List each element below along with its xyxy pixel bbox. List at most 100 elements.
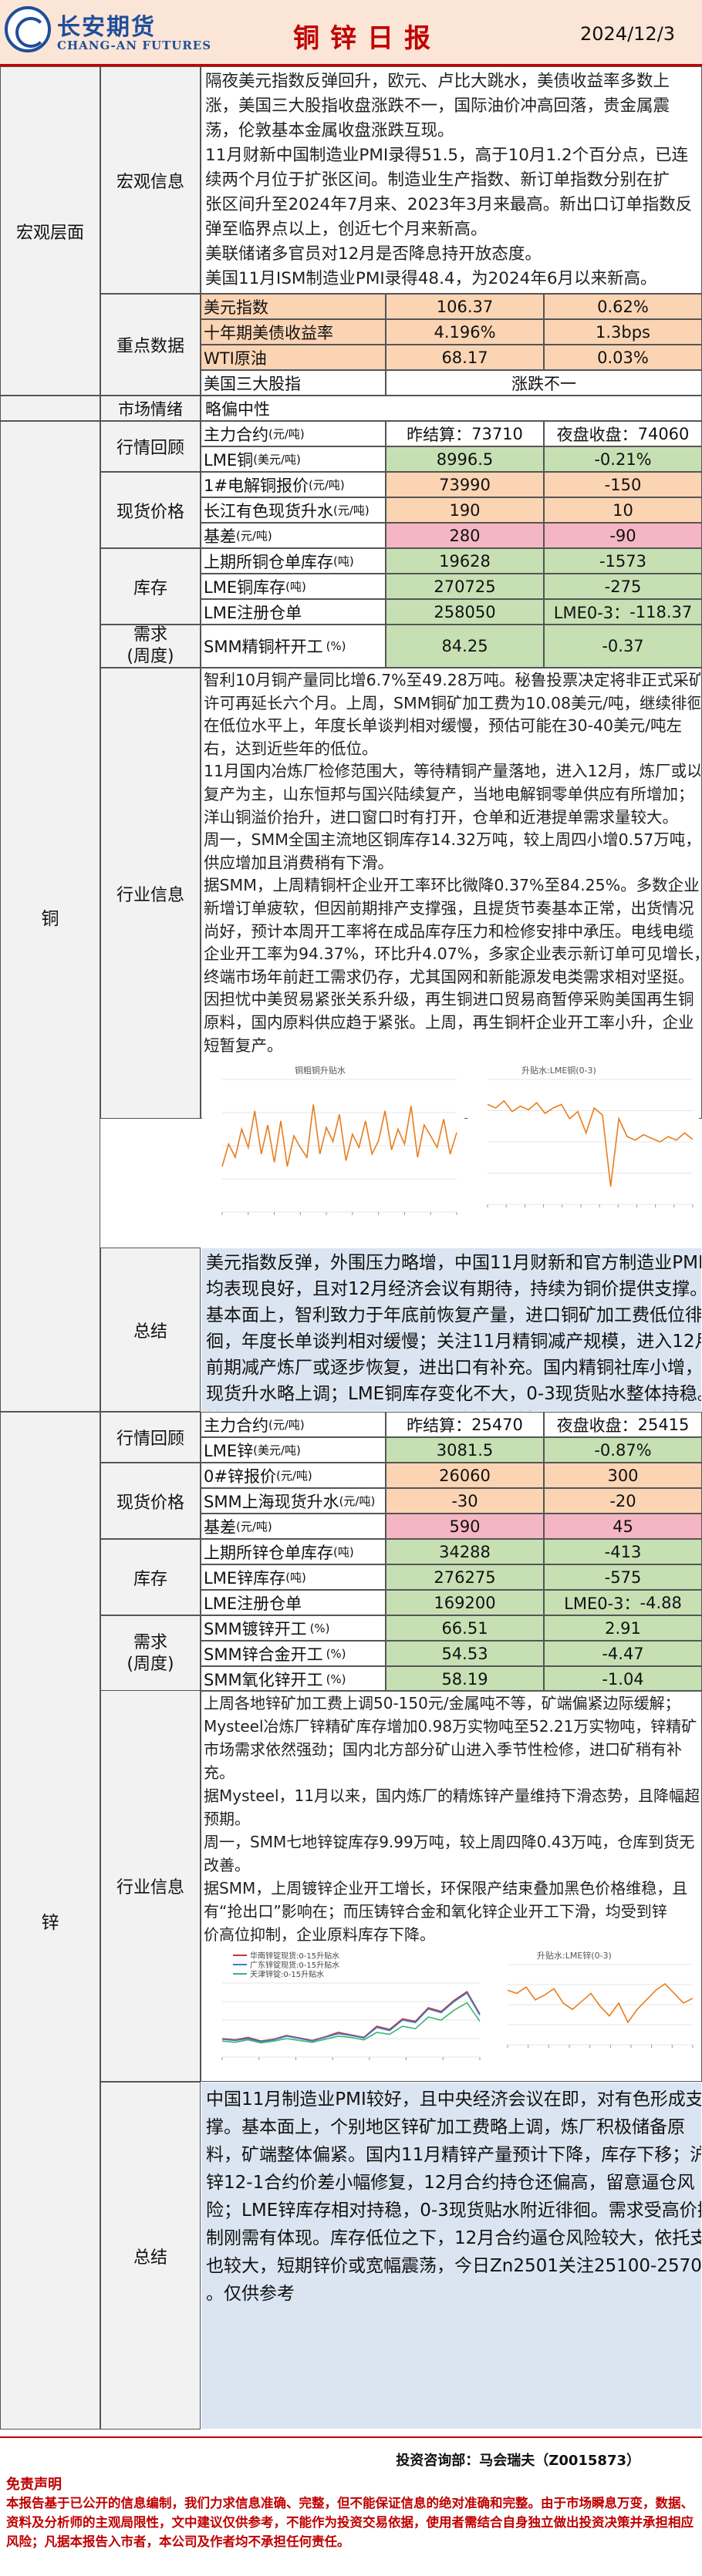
close-value: 25470 bbox=[471, 1415, 523, 1434]
report-title: 铜锌日报 bbox=[293, 23, 441, 54]
copper-summary-text: 美元指数反弹，外围压力略增，中国11月财新和官方制造业PMI 均表现良好，且对12… bbox=[201, 1248, 701, 1411]
lme-change: -0.21% bbox=[594, 450, 652, 469]
text-line: 原料，国内原料供应趋于紧张。上周，再生铜杆企业开工率小升，企业 bbox=[204, 1012, 694, 1032]
lme-change: -0.87% bbox=[594, 1440, 652, 1460]
text-line: 右，达到近些年的低位。 bbox=[204, 739, 378, 758]
zinc-summary-label: 总结 bbox=[133, 2248, 167, 2268]
spot-value: -30 bbox=[451, 1491, 478, 1510]
chart-bg bbox=[202, 1062, 464, 1248]
copper-premium-chart: 铜粗铜升贴水 bbox=[202, 1062, 464, 1248]
spot-value: 590 bbox=[449, 1517, 481, 1536]
key-name: WTI原油 bbox=[204, 349, 267, 368]
text-line: 基本面上，智利致力于年底前恢复产量，进口铜矿加工费低位徘 bbox=[206, 1305, 701, 1325]
demand-value: 84.25 bbox=[441, 637, 488, 655]
text-line: 洋山铜溢价抬升，进口窗口时有打开，仓单和近港提单需求量较大。 bbox=[204, 807, 678, 827]
text-line: 险；LME锌库存相对持稳，0-3现货贴水附近徘徊。需求受高价抑 bbox=[206, 2201, 701, 2221]
text-line: 新增订单疲软，但因前期排产支撑强，且提货节奏基本正常，出货情况 bbox=[204, 898, 694, 918]
legend-label: 广东锌锭现货:0-15升贴水 bbox=[250, 1960, 339, 1970]
inv-value: 169200 bbox=[434, 1593, 496, 1612]
spot-change: 10 bbox=[613, 500, 633, 520]
unit: (%) bbox=[326, 1672, 346, 1686]
demand-label-line: 需求 bbox=[133, 1632, 167, 1652]
spot-item: 基差 bbox=[204, 527, 236, 546]
inv-value: 19628 bbox=[439, 551, 491, 571]
text-line: 徊，年度长单谈判相对缓慢；关注11月精铜减产规模，进入12月 bbox=[206, 1332, 701, 1352]
market-review-label: 行情回顾 bbox=[116, 439, 184, 458]
inv-name: LME注册仓单 bbox=[204, 599, 386, 625]
text-line: 涨，美国三大股指收盘涨跌不一，国际油价冲高回落，贵金属震 bbox=[205, 96, 670, 116]
spot-name: 基差 (元/吨) bbox=[204, 1514, 386, 1539]
spot-item: 长江有色现货升水 bbox=[204, 501, 333, 520]
spot-value: 280 bbox=[449, 526, 481, 545]
text-line: 供应增加且消费稍有下滑。 bbox=[204, 853, 393, 872]
text-line: 制刚需有体现。库存低位之下，12月合约逼仓风险较大，依托支撑 bbox=[206, 2228, 701, 2248]
text-line: 复产为主，山东恒邦与国兴陆续复产，当地电解铜零单供应有所增加； bbox=[204, 784, 694, 803]
demand-item: SMM精铜杆开工 bbox=[204, 638, 323, 656]
spot-price-label: 现货价格 bbox=[116, 1493, 184, 1513]
unit: (元/吨) bbox=[339, 1494, 376, 1508]
text-line: 改善。 bbox=[204, 1856, 250, 1874]
zinc-summary-text: 中国11月制造业PMI较好，且中央经济会议在即，对有色形成支 撑。基本面上，个别地… bbox=[201, 2083, 701, 2429]
demand-item: SMM锌合金开工 bbox=[204, 1645, 323, 1664]
report-header: 长安期货 CHANG-AN FUTURES 铜锌日报 2024/12/3 bbox=[0, 0, 702, 66]
unit: (吨) bbox=[285, 580, 306, 594]
night-value: 74060 bbox=[637, 424, 690, 443]
text-line: 美联储诸多官员对12月是否降息持开放态度。 bbox=[205, 244, 542, 264]
spot-name: 长江有色现货升水 (元/吨) bbox=[204, 497, 386, 523]
inv-value: 270725 bbox=[434, 577, 496, 596]
demand-item: SMM氧化锌开工 bbox=[204, 1670, 323, 1689]
lme-label: LME锌 (美元/吨) bbox=[204, 1437, 386, 1463]
text-line: 美国11月ISM制造业PMI录得48.4，为2024年6月以来新高。 bbox=[205, 269, 657, 288]
spot-change: -20 bbox=[609, 1491, 636, 1510]
text-line: 锌12-1合约价差小幅修复，12月合约持仓还偏高，留意逼仓风 bbox=[206, 2173, 695, 2193]
inv-value: 258050 bbox=[434, 602, 496, 621]
key-name: 美国三大股指 bbox=[204, 374, 301, 393]
legend-label: 华南锌锭现货:0-15升贴水 bbox=[250, 1951, 339, 1961]
night-label: 夜盘收盘： bbox=[556, 1416, 638, 1435]
close-value: 73710 bbox=[471, 424, 523, 443]
inv-change: -1573 bbox=[599, 551, 647, 571]
chart-bg bbox=[202, 1948, 488, 2080]
spot-item: 1#电解铜报价 bbox=[204, 476, 309, 495]
demand-value: 66.51 bbox=[441, 1618, 488, 1638]
text-line: 料，矿端整体偏紧。国内11月精锌产量预计下降，库存下移；沪 bbox=[206, 2145, 701, 2165]
copper-industry-label: 行业信息 bbox=[116, 885, 184, 905]
lme-name: LME锌 bbox=[204, 1441, 254, 1460]
spot-change: -150 bbox=[604, 475, 642, 494]
main-contract-name: 主力合约 bbox=[204, 1416, 268, 1435]
demand-label: 需求 (周度) bbox=[100, 1615, 201, 1692]
inv-name: LME铜库存 (吨) bbox=[204, 574, 386, 599]
night-cell: 夜盘收盘： 25415 bbox=[544, 1412, 702, 1437]
inv-value: 34288 bbox=[439, 1542, 491, 1561]
text-line: 。仅供参考 bbox=[206, 2284, 295, 2304]
zinc-industry-label: 行业信息 bbox=[116, 1878, 184, 1897]
unit: (元/吨) bbox=[333, 503, 370, 517]
text-line: 终端市场年前赶工需求仍存，尤其国网和新能源发电类需求相对坚挺。 bbox=[204, 967, 694, 986]
text-line: 上周各地锌矿加工费上调50-150元/金属吨不等，矿端偏紧边际缓解； bbox=[204, 1694, 680, 1712]
close-cell: 昨结算： 25470 bbox=[386, 1412, 544, 1437]
spot-name: 0#锌报价 (元/吨) bbox=[204, 1463, 386, 1488]
inv-value: 276275 bbox=[434, 1567, 496, 1587]
text-line: 短暂复产。 bbox=[204, 1035, 283, 1055]
macro-section-label: 宏观层面 bbox=[15, 223, 84, 243]
spot-item: 基差 bbox=[204, 1517, 236, 1537]
demand-label-line: (周度) bbox=[127, 647, 174, 666]
demand-change: 2.91 bbox=[605, 1618, 641, 1638]
night-label: 夜盘收盘： bbox=[556, 425, 638, 444]
inv-item: 上期所锌仓单库存 bbox=[204, 1543, 333, 1562]
text-line: 也较大，短期锌价或宽幅震荡，今日Zn2501关注25100-25700 bbox=[206, 2256, 701, 2276]
report-page: 长安期货 CHANG-AN FUTURES 铜锌日报 2024/12/3 宏观层… bbox=[0, 0, 702, 2576]
demand-label-line: 需求 bbox=[133, 625, 167, 645]
unit: (元/吨) bbox=[236, 529, 272, 543]
text-line: 价高位抑制，企业原料库存下降。 bbox=[204, 1925, 435, 1944]
main-contract-name: 主力合约 bbox=[204, 425, 268, 444]
unit: (吨) bbox=[333, 1545, 354, 1559]
key-value: 68.17 bbox=[441, 348, 488, 367]
text-line: 现货升水略上调；LME铜库存变化不大，0-3现货贴水整体持稳。 bbox=[206, 1384, 701, 1404]
key-value: 4.196% bbox=[434, 322, 496, 342]
market-review-label: 行情回顾 bbox=[116, 1429, 184, 1449]
inv-name: 上期所锌仓单库存 (吨) bbox=[204, 1539, 386, 1564]
inv-item: LME注册仓单 bbox=[204, 603, 302, 622]
spot-name: SMM上海现货升水 (元/吨) bbox=[204, 1488, 386, 1514]
text-line: 企业开工率为94.37%，环比升4.07%，多家企业表示新订单可见增长， bbox=[204, 945, 700, 964]
